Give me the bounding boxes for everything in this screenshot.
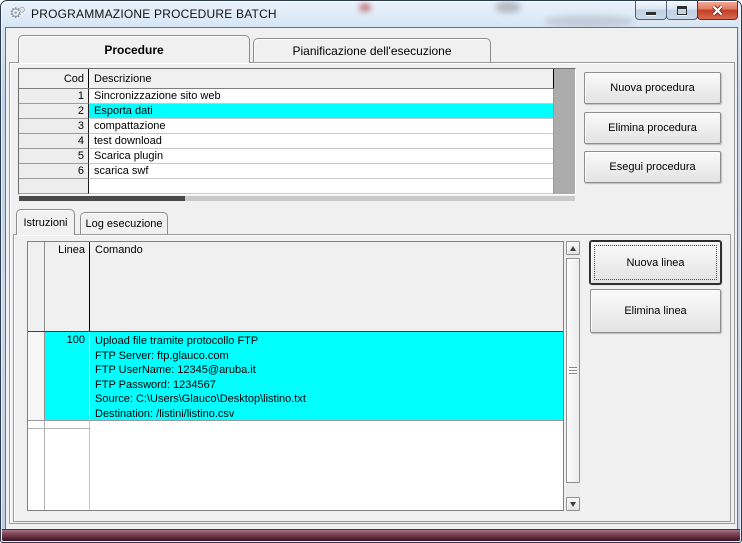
comando-line: FTP Password: 1234567: [95, 378, 216, 391]
procedure-row[interactable]: 3 compattazione: [19, 119, 554, 134]
scroll-up-button[interactable]: [566, 241, 580, 255]
arrow-up-icon: [570, 245, 576, 251]
cod-cell: 1: [19, 89, 89, 104]
descrizione-cell: scarica swf: [89, 164, 553, 179]
tab-pianificazione[interactable]: Pianificazione dell'esecuzione: [253, 38, 491, 62]
instructions-table: Linea Comando 100 Upload file tramite pr…: [27, 241, 564, 511]
procedure-row[interactable]: 6 scarica swf: [19, 164, 554, 179]
tab-log-esecuzione-label: Log esecuzione: [85, 218, 163, 230]
elimina-procedura-label: Elimina procedura: [608, 122, 697, 134]
elimina-linea-button[interactable]: Elimina linea: [590, 289, 721, 333]
esegui-procedura-label: Esegui procedura: [609, 161, 696, 173]
tab-istruzioni-label: Istruzioni: [23, 216, 68, 229]
close-button[interactable]: [697, 1, 738, 20]
close-icon: [712, 4, 723, 16]
esegui-procedura-button[interactable]: Esegui procedura: [584, 151, 721, 183]
instructions-empty-area[interactable]: [28, 421, 563, 510]
window-bottom-border: [2, 529, 740, 541]
nuova-procedura-label: Nuova procedura: [610, 82, 695, 94]
hscrollbar-thumb[interactable]: [19, 196, 185, 201]
maximize-button[interactable]: [666, 1, 698, 20]
maximize-icon: [677, 5, 687, 15]
minimize-button[interactable]: [635, 1, 667, 20]
screen: ⚙ ⚙ PROGRAMMAZIONE PROCEDURE BATCH Proce…: [0, 0, 742, 543]
tab-istruzioni[interactable]: Istruzioni: [16, 209, 75, 235]
procedures-table: Cod Descrizione 1 Sincronizzazione sito …: [18, 68, 576, 195]
vscrollbar-thumb[interactable]: [566, 258, 580, 483]
cod-cell: 5: [19, 149, 89, 164]
nuova-linea-button[interactable]: Nuova linea: [590, 241, 721, 284]
procedures-hscrollbar[interactable]: [19, 196, 575, 201]
minimize-icon: [646, 12, 656, 15]
arrow-down-icon: [570, 501, 576, 507]
elimina-linea-label: Elimina linea: [624, 305, 687, 317]
comando-line: FTP Server: ftp.glauco.com: [95, 349, 229, 362]
cod-cell: [19, 179, 89, 194]
column-header-linea[interactable]: Linea: [45, 242, 90, 331]
descrizione-cell: test download: [89, 134, 553, 149]
procedures-table-header: Cod Descrizione: [19, 69, 554, 89]
linea-column: [45, 421, 90, 510]
scroll-down-button[interactable]: [566, 497, 580, 511]
descrizione-cell: [89, 179, 553, 194]
descrizione-cell: Sincronizzazione sito web: [89, 89, 553, 104]
titlebar[interactable]: ⚙ ⚙ PROGRAMMAZIONE PROCEDURE BATCH: [1, 1, 741, 28]
tab-procedure[interactable]: Procedure: [18, 35, 250, 63]
tab-log-esecuzione[interactable]: Log esecuzione: [80, 212, 168, 235]
descrizione-cell: compattazione: [89, 119, 553, 134]
comando-line: FTP UserName: 12345@aruba.it: [95, 364, 256, 376]
procedure-row[interactable]: 1 Sincronizzazione sito web: [19, 89, 554, 104]
column-header-descrizione[interactable]: Descrizione: [89, 69, 553, 88]
app-window: ⚙ ⚙ PROGRAMMAZIONE PROCEDURE BATCH Proce…: [0, 0, 742, 543]
tab-procedure-label: Procedure: [104, 42, 164, 57]
procedure-row-selected[interactable]: 2 Esporta dati: [19, 104, 554, 119]
comando-line: Destination: /listini/listino.csv: [95, 407, 235, 420]
procedure-row[interactable]: 4 test download: [19, 134, 554, 149]
comando-line: Source: C:\Users\Glauco\Desktop\listino.…: [95, 393, 306, 405]
instructions-vscrollbar[interactable]: [566, 241, 580, 511]
column-header-cod[interactable]: Cod: [19, 69, 89, 88]
descrizione-cell: Esporta dati: [89, 104, 553, 119]
gear-icon: ⚙ ⚙: [9, 5, 27, 22]
descrizione-cell: Scarica plugin: [89, 149, 553, 164]
row-selector-header: [28, 242, 45, 331]
instructions-table-header: Linea Comando: [28, 242, 563, 332]
procedure-row[interactable]: 5 Scarica plugin: [19, 149, 554, 164]
caption-buttons: [635, 1, 738, 20]
window-title: PROGRAMMAZIONE PROCEDURE BATCH: [31, 7, 277, 21]
cod-cell: 6: [19, 164, 89, 179]
row-selector-cell[interactable]: [28, 332, 45, 420]
elimina-procedura-button[interactable]: Elimina procedura: [584, 112, 721, 144]
comando-line: Upload file tramite protocollo FTP: [95, 335, 259, 347]
instruction-row-selected[interactable]: 100 Upload file tramite protocollo FTP F…: [28, 332, 563, 421]
nuova-procedura-button[interactable]: Nuova procedura: [584, 72, 721, 104]
cod-cell: 3: [19, 119, 89, 134]
nuova-linea-label: Nuova linea: [626, 256, 685, 269]
cod-cell: 4: [19, 134, 89, 149]
procedure-row-empty[interactable]: [19, 179, 554, 194]
linea-cell: 100: [45, 332, 90, 420]
cod-cell: 2: [19, 104, 89, 119]
column-header-comando[interactable]: Comando: [90, 242, 563, 331]
thumb-grip-icon: [569, 365, 577, 376]
row-selector-column: [28, 421, 45, 510]
tab-pianificazione-label: Pianificazione dell'esecuzione: [292, 43, 452, 58]
comando-cell: Upload file tramite protocollo FTP FTP S…: [90, 332, 563, 420]
empty-row-divider: [28, 428, 90, 429]
